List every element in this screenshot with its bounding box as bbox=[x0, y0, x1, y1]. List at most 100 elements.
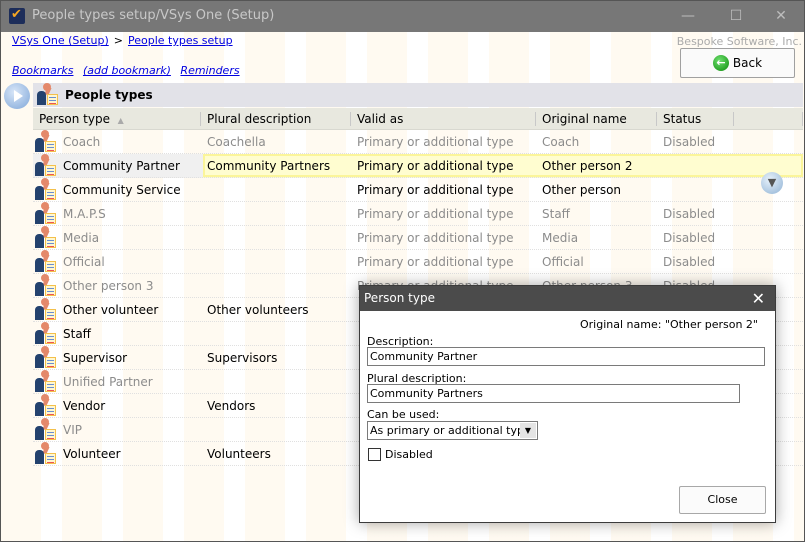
dialog-close-icon[interactable]: ✕ bbox=[752, 286, 765, 311]
title-bar: People types setup/VSys One (Setup) — ☐ … bbox=[1, 1, 804, 32]
people-type-icon bbox=[33, 369, 57, 394]
people-type-icon bbox=[33, 297, 57, 322]
breadcrumb-people-types-setup[interactable]: People types setup bbox=[128, 34, 233, 47]
description-input[interactable]: Community Partner bbox=[367, 347, 765, 366]
people-type-icon bbox=[33, 153, 57, 178]
app-logo-icon bbox=[9, 7, 25, 24]
cell-original-name: Staff bbox=[542, 206, 570, 221]
cell-person-type: Community Partner bbox=[33, 153, 201, 178]
cell-person-type: VIP bbox=[33, 417, 201, 442]
cell-valid-as: Primary or additional type bbox=[357, 182, 514, 197]
add-bookmark-link[interactable]: (add bookmark) bbox=[83, 64, 171, 77]
breadcrumb-separator: > bbox=[113, 34, 123, 47]
cell-plural-description: Volunteers bbox=[207, 446, 271, 461]
disabled-checkbox-label: Disabled bbox=[385, 448, 433, 461]
cell-plural-description: Supervisors bbox=[207, 350, 278, 365]
table-row[interactable]: Official Primary or additional type Offici… bbox=[33, 249, 803, 274]
person-type-text: Volunteer bbox=[63, 446, 121, 461]
column-header-person-type[interactable]: Person type ▲ bbox=[33, 112, 201, 126]
table-row[interactable]: Media Primary or additional type Media Disa… bbox=[33, 225, 803, 250]
people-type-icon bbox=[35, 83, 59, 107]
person-type-text: Vendor bbox=[63, 398, 106, 413]
disabled-checkbox[interactable] bbox=[368, 448, 381, 461]
column-header-original-name[interactable]: Original name bbox=[536, 112, 657, 126]
people-type-icon bbox=[33, 393, 57, 418]
person-type-text: Supervisor bbox=[63, 350, 128, 365]
can-be-used-select[interactable]: As primary or additional type ▼ bbox=[367, 421, 538, 440]
bookmarks-link[interactable]: Bookmarks bbox=[12, 64, 73, 77]
vendor-label: Bespoke Software, Inc. bbox=[676, 35, 802, 48]
navigation-play-icon[interactable] bbox=[4, 83, 30, 109]
cell-status: Disabled bbox=[663, 206, 716, 221]
back-button-label: Back bbox=[732, 56, 763, 70]
person-type-text: M.A.P.S bbox=[63, 206, 106, 221]
cell-person-type: Volunteer bbox=[33, 441, 201, 466]
maximize-button[interactable]: ☐ bbox=[721, 6, 751, 26]
table-row[interactable]: Coach Coachella Primary or additional type… bbox=[33, 129, 803, 154]
cell-valid-as: Primary or additional type bbox=[357, 134, 514, 149]
person-type-text: Other volunteer bbox=[63, 302, 159, 317]
original-name-label: Original name: "Other person 2" bbox=[580, 318, 758, 331]
cell-original-name: Official bbox=[542, 254, 584, 269]
person-type-text: Unified Partner bbox=[63, 374, 153, 389]
cell-person-type: Coach bbox=[33, 129, 201, 154]
section-header: People types bbox=[33, 83, 803, 107]
table-row[interactable]: M.A.P.S Primary or additional type Staff Di… bbox=[33, 201, 803, 226]
people-type-icon bbox=[33, 441, 57, 466]
people-type-icon bbox=[33, 273, 57, 298]
cell-plural-description: Coachella bbox=[207, 134, 266, 149]
quick-links: Bookmarks (add bookmark) Reminders bbox=[12, 64, 246, 77]
cell-valid-as: Primary or additional type bbox=[357, 230, 514, 245]
column-header-plural-description[interactable]: Plural description bbox=[201, 112, 351, 126]
plural-description-input[interactable]: Community Partners bbox=[367, 384, 740, 403]
cell-original-name: Other person 2 bbox=[542, 158, 633, 173]
cell-original-name: Media bbox=[542, 230, 579, 245]
reminders-link[interactable]: Reminders bbox=[180, 64, 239, 77]
dialog-title: Person type bbox=[364, 291, 435, 305]
cell-person-type: M.A.P.S bbox=[33, 201, 201, 226]
column-header-valid-as[interactable]: Valid as bbox=[351, 112, 536, 126]
people-type-icon bbox=[33, 201, 57, 226]
cell-person-type: Other volunteer bbox=[33, 297, 201, 322]
people-type-icon bbox=[33, 249, 57, 274]
cell-status: Disabled bbox=[663, 254, 716, 269]
cell-person-type: Supervisor bbox=[33, 345, 201, 370]
person-type-text: Official bbox=[63, 254, 105, 269]
cell-person-type: Vendor bbox=[33, 393, 201, 418]
table-row[interactable]: Community Service Primary or additional t… bbox=[33, 177, 803, 202]
cell-valid-as: Primary or additional type bbox=[357, 206, 514, 221]
person-type-text: Coach bbox=[63, 134, 101, 149]
people-type-icon bbox=[33, 417, 57, 442]
people-type-icon bbox=[33, 321, 57, 346]
cell-person-type: Staff bbox=[33, 321, 201, 346]
people-type-icon bbox=[33, 345, 57, 370]
person-type-text: VIP bbox=[63, 422, 82, 437]
cell-person-type: Media bbox=[33, 225, 201, 250]
people-type-icon bbox=[33, 177, 57, 202]
back-button[interactable]: ← Back bbox=[680, 48, 795, 78]
cell-plural-description: Community Partners bbox=[207, 158, 331, 173]
cell-person-type: Community Service bbox=[33, 177, 201, 202]
column-header-status[interactable]: Status bbox=[657, 112, 734, 126]
close-button[interactable]: Close bbox=[679, 486, 766, 514]
person-type-text: Staff bbox=[63, 326, 91, 341]
filter-icon[interactable]: ▼ bbox=[761, 172, 783, 194]
table-row[interactable]: Community Partner Community Partners Prima… bbox=[33, 153, 803, 178]
section-title: People types bbox=[65, 88, 153, 102]
breadcrumb: VSys One (Setup) > People types setup bbox=[12, 34, 233, 47]
back-arrow-icon: ← bbox=[712, 55, 729, 71]
close-window-button[interactable]: ✕ bbox=[766, 6, 796, 26]
breadcrumb-vsys-one[interactable]: VSys One (Setup) bbox=[12, 34, 109, 47]
cell-status: Disabled bbox=[663, 230, 716, 245]
minimize-button[interactable]: — bbox=[673, 6, 703, 26]
cell-person-type: Other person 3 bbox=[33, 273, 201, 298]
cell-valid-as: Primary or additional type bbox=[357, 254, 514, 269]
cell-original-name: Coach bbox=[542, 134, 580, 149]
can-be-used-label: Can be used: bbox=[367, 408, 440, 421]
person-type-text: Community Service bbox=[63, 182, 181, 197]
window-title: People types setup/VSys One (Setup) bbox=[32, 8, 275, 23]
cell-plural-description: Vendors bbox=[207, 398, 256, 413]
person-type-text: Community Partner bbox=[63, 158, 180, 173]
dialog-title-bar: Person type ✕ bbox=[360, 286, 775, 311]
cell-person-type: Official bbox=[33, 249, 201, 274]
